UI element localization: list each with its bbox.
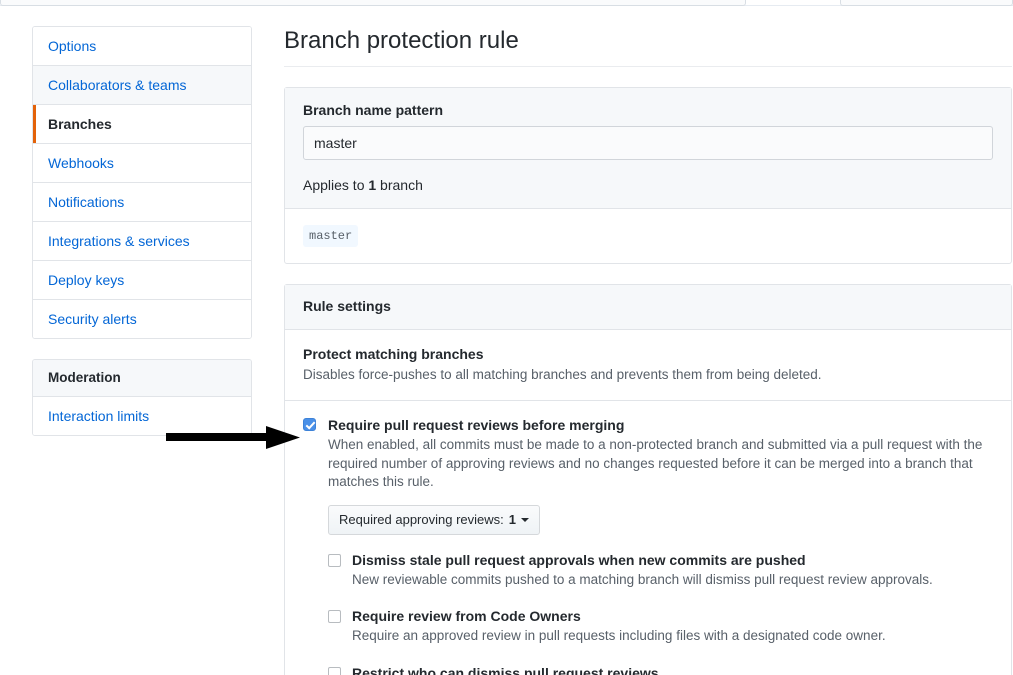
- require-reviews-controls: Required approving reviews: 1 Dismiss st…: [303, 492, 993, 675]
- require-reviews-row[interactable]: Require pull request reviews before merg…: [303, 416, 993, 492]
- branch-name-pattern-label: Branch name pattern: [303, 102, 444, 118]
- settings-page: Options Collaborators & teams Branches W…: [0, 0, 1013, 675]
- rule-settings-panel: Rule settings Protect matching branches …: [284, 284, 1012, 675]
- setting-require-pull-request-reviews: Require pull request reviews before merg…: [285, 401, 1011, 675]
- sidebar-item-security-alerts[interactable]: Security alerts: [33, 300, 251, 338]
- sidebar-item-deploy-keys[interactable]: Deploy keys: [33, 261, 251, 300]
- branch-name-pattern-panel: Branch name pattern Applies to 1 branch …: [284, 87, 1012, 264]
- setting-protect-matching-branches: Protect matching branches Disables force…: [285, 330, 1011, 401]
- top-cutoff-panel-right: [840, 0, 1013, 6]
- main-content: Branch protection rule Branch name patte…: [284, 26, 1012, 675]
- required-approving-reviews-label: Required approving reviews:: [339, 511, 504, 527]
- protect-matching-branches-note: Disables force-pushes to all matching br…: [303, 367, 822, 382]
- page-title: Branch protection rule: [284, 26, 1012, 67]
- require-code-owners-label: Require review from Code Owners: [352, 608, 581, 624]
- matched-branches-body: master: [285, 209, 1011, 263]
- chevron-down-icon: [521, 517, 529, 522]
- settings-sidebar: Options Collaborators & teams Branches W…: [32, 26, 252, 436]
- required-approving-reviews-select[interactable]: Required approving reviews: 1: [328, 504, 540, 535]
- sidebar-item-interaction-limits[interactable]: Interaction limits: [33, 397, 251, 435]
- top-cutoff-panel-left: [0, 0, 746, 6]
- restrict-dismiss-reviews-row[interactable]: Restrict who can dismiss pull request re…: [328, 664, 993, 675]
- applies-to-prefix: Applies to: [303, 177, 369, 193]
- rule-settings-title: Rule settings: [303, 298, 391, 314]
- applies-to-count: 1: [368, 177, 377, 193]
- require-code-owners-row[interactable]: Require review from Code Owners Require …: [328, 607, 993, 646]
- dismiss-stale-approvals-description: New reviewable commits pushed to a match…: [352, 571, 933, 587]
- sidebar-item-collaborators-and-teams[interactable]: Collaborators & teams: [33, 66, 251, 105]
- matched-branch-chip: master: [303, 225, 359, 247]
- protect-matching-branches-title: Protect matching branches: [303, 346, 484, 362]
- restrict-dismiss-reviews-label: Restrict who can dismiss pull request re…: [352, 664, 659, 675]
- require-reviews-checkbox[interactable]: [303, 418, 316, 431]
- required-approving-reviews-value: 1: [508, 511, 516, 527]
- sidebar-heading-moderation: Moderation: [33, 360, 251, 397]
- restrict-dismiss-reviews-checkbox[interactable]: [328, 666, 341, 675]
- sidebar-item-options[interactable]: Options: [33, 27, 251, 66]
- branch-name-pattern-input[interactable]: [303, 126, 993, 160]
- applies-to-text: Applies to 1 branch: [303, 160, 993, 208]
- sidebar-menu-moderation: Moderation Interaction limits: [32, 359, 252, 436]
- dismiss-stale-approvals-label: Dismiss stale pull request approvals whe…: [352, 551, 806, 568]
- sidebar-item-integrations-and-services[interactable]: Integrations & services: [33, 222, 251, 261]
- applies-to-suffix: branch: [376, 177, 423, 193]
- dismiss-stale-approvals-checkbox[interactable]: [328, 553, 341, 567]
- sidebar-item-notifications[interactable]: Notifications: [33, 183, 251, 222]
- require-reviews-description: When enabled, all commits must be made t…: [328, 437, 983, 489]
- require-code-owners-description: Require an approved review in pull reque…: [352, 628, 886, 643]
- sidebar-item-webhooks[interactable]: Webhooks: [33, 144, 251, 183]
- dismiss-stale-approvals-row[interactable]: Dismiss stale pull request approvals whe…: [328, 551, 993, 590]
- require-reviews-label: Require pull request reviews before merg…: [328, 417, 625, 433]
- sidebar-item-branches[interactable]: Branches: [33, 105, 251, 144]
- branch-name-pattern-header: Branch name pattern Applies to 1 branch: [285, 88, 1011, 209]
- rule-settings-header: Rule settings: [285, 285, 1011, 330]
- require-code-owners-checkbox[interactable]: [328, 610, 341, 623]
- sidebar-menu-primary: Options Collaborators & teams Branches W…: [32, 26, 252, 339]
- require-reviews-sub-options: Dismiss stale pull request approvals whe…: [328, 551, 993, 675]
